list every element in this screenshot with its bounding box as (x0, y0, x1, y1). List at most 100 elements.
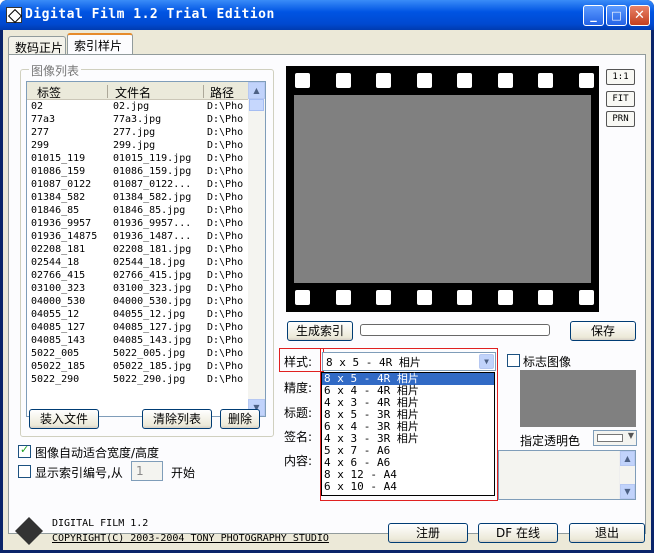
list-item[interactable]: 01086_159 01086_159.jpg D:\Pho (27, 165, 249, 178)
list-item[interactable]: 01936_14875 01936_1487... D:\Pho (27, 230, 249, 243)
list-item[interactable]: 04055_12 04055_12.jpg D:\Pho (27, 308, 249, 321)
close-button[interactable]: ✕ (629, 5, 650, 26)
item-filename: 02.jpg (113, 101, 150, 112)
list-item[interactable]: 02766_415 02766_415.jpg D:\Pho (27, 269, 249, 282)
item-label: 01086_159 (31, 166, 86, 177)
list-item[interactable]: 01936_9957 01936_9957... D:\Pho (27, 217, 249, 230)
style-select-value: 8 x 5 - 4R 相片 (326, 356, 421, 369)
register-button[interactable]: 注册 (388, 523, 468, 543)
clear-list-button[interactable]: 清除列表 (142, 409, 212, 429)
item-path: D:\Pho (207, 244, 244, 255)
start-number-input[interactable]: 1 (131, 461, 163, 481)
style-select[interactable]: 8 x 5 - 4R 相片 ▼ (322, 352, 496, 371)
item-label: 04000_530 (31, 296, 86, 307)
item-path: D:\Pho (207, 153, 244, 164)
sprocket-hole (416, 290, 432, 305)
scroll-up-icon[interactable]: ▲ (620, 451, 635, 466)
print-preview-button[interactable]: PRN (606, 111, 635, 127)
content-textarea[interactable]: ▲ ▼ (498, 450, 636, 500)
list-item[interactable]: 277 277.jpg D:\Pho (27, 126, 249, 139)
column-header-filename[interactable]: 文件名 (115, 84, 151, 101)
logo-checkbox[interactable] (507, 354, 520, 367)
preview-frame (294, 95, 591, 283)
item-filename: 04085_127.jpg (113, 322, 192, 333)
list-item[interactable]: 5022_290 5022_290.jpg D:\Pho (27, 373, 249, 386)
list-item[interactable]: 02 02.jpg D:\Pho (27, 100, 249, 113)
online-button[interactable]: DF 在线 (478, 523, 558, 543)
item-path: D:\Pho (207, 218, 244, 229)
list-item[interactable]: 02544_18 02544_18.jpg D:\Pho (27, 256, 249, 269)
load-files-button[interactable]: 装入文件 (29, 409, 99, 429)
zoom-fit-button[interactable]: FIT (606, 91, 635, 107)
style-label: 样式: (284, 355, 313, 369)
list-item[interactable]: 03100_323 03100_323.jpg D:\Pho (27, 282, 249, 295)
signature-label: 签名: (284, 430, 313, 444)
title-bar[interactable]: Digital Film 1.2 Trial Edition _ □ ✕ (0, 0, 654, 30)
item-filename: 01015_119.jpg (113, 153, 192, 164)
item-filename: 01384_582.jpg (113, 192, 192, 203)
precision-label: 精度: (284, 381, 313, 395)
item-path: D:\Pho (207, 231, 244, 242)
logo-image-preview[interactable] (520, 370, 636, 427)
list-item[interactable]: 02208_181 02208_181.jpg D:\Pho (27, 243, 249, 256)
item-path: D:\Pho (207, 166, 244, 177)
show-index-checkbox[interactable] (18, 465, 31, 478)
transparent-color-picker[interactable]: ▼ (593, 430, 637, 446)
list-item[interactable]: 01846_85 01846_85.jpg D:\Pho (27, 204, 249, 217)
style-dropdown-list[interactable]: 8 x 5 - 4R 相片 6 x 4 - 4R 相片 4 x 3 - 4R 相片 8… (321, 372, 495, 496)
item-path: D:\Pho (207, 361, 244, 372)
item-path: D:\Pho (207, 101, 244, 112)
footer-copyright-link[interactable]: COPYRIGHT(C) 2003-2004 TONY PHOTOGRAPHY … (52, 533, 329, 544)
show-index-label: 显示索引编号,从 (35, 466, 123, 480)
sprocket-hole (295, 290, 310, 305)
list-scrollbar[interactable]: ▲ ▼ (248, 82, 265, 416)
exit-button[interactable]: 退出 (569, 523, 645, 543)
scroll-up-icon[interactable]: ▲ (248, 82, 265, 99)
column-header-path[interactable]: 路径 (210, 84, 234, 101)
list-item[interactable]: 04085_127 04085_127.jpg D:\Pho (27, 321, 249, 334)
autofit-label: 图像自动适合宽度/高度 (35, 446, 160, 460)
item-filename: 77a3.jpg (113, 114, 162, 125)
list-item[interactable]: 01384_582 01384_582.jpg D:\Pho (27, 191, 249, 204)
list-item[interactable]: 05022_185 05022_185.jpg D:\Pho (27, 360, 249, 373)
zoom-1to1-button[interactable]: 1:1 (606, 69, 635, 85)
list-item[interactable]: 01015_119 01015_119.jpg D:\Pho (27, 152, 249, 165)
maximize-button[interactable]: □ (606, 5, 627, 26)
item-filename: 01936_1487... (113, 231, 192, 242)
image-list[interactable]: 标签 文件名 路径 02 02.jpg D:\Pho 77a3 77a3.jpg D:\P… (26, 81, 266, 417)
item-label: 5022_290 (31, 374, 80, 385)
sprocket-hole (578, 290, 594, 305)
chevron-down-icon[interactable]: ▼ (479, 354, 494, 369)
list-item[interactable]: 5022_005 5022_005.jpg D:\Pho (27, 347, 249, 360)
start-suffix-label: 开始 (171, 466, 196, 480)
sprocket-hole (335, 290, 351, 305)
autofit-checkbox[interactable] (18, 443, 31, 458)
list-item[interactable]: 01087_0122 01087_0122... D:\Pho (27, 178, 249, 191)
scroll-down-icon[interactable]: ▼ (620, 484, 635, 499)
list-item[interactable]: 77a3 77a3.jpg D:\Pho (27, 113, 249, 126)
item-path: D:\Pho (207, 114, 244, 125)
item-path: D:\Pho (207, 283, 244, 294)
list-header: 标签 文件名 路径 (27, 82, 249, 100)
column-header-label[interactable]: 标签 (37, 84, 61, 101)
style-option[interactable]: 6 x 10 - A4 (322, 481, 494, 493)
app-icon[interactable] (6, 7, 22, 23)
item-filename: 02766_415.jpg (113, 270, 192, 281)
list-item[interactable]: 04000_530 04000_530.jpg D:\Pho (27, 295, 249, 308)
minimize-button[interactable]: _ (583, 5, 604, 26)
generate-index-button[interactable]: 生成索引 (287, 321, 353, 341)
delete-button[interactable]: 删除 (220, 409, 260, 429)
item-filename: 03100_323.jpg (113, 283, 192, 294)
item-path: D:\Pho (207, 192, 244, 203)
logo-label: 标志图像 (523, 355, 572, 369)
list-item[interactable]: 04085_143 04085_143.jpg D:\Pho (27, 334, 249, 347)
item-path: D:\Pho (207, 140, 244, 151)
item-filename: 05022_185.jpg (113, 361, 192, 372)
tab-digital-positive[interactable]: 数码正片 (8, 36, 66, 55)
item-path: D:\Pho (207, 127, 244, 138)
scroll-thumb[interactable] (249, 99, 264, 111)
list-item[interactable]: 299 299.jpg D:\Pho (27, 139, 249, 152)
save-button[interactable]: 保存 (570, 321, 636, 341)
item-label: 02544_18 (31, 257, 80, 268)
tab-index-proof[interactable]: 索引样片 (67, 33, 133, 55)
